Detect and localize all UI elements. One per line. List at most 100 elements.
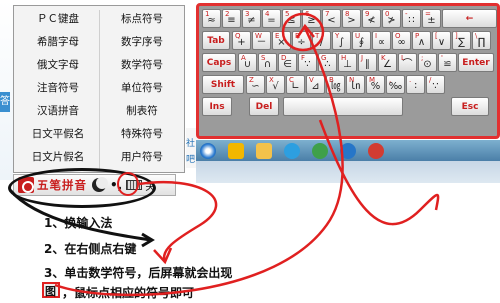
key-4[interactable]: 5 ≤ [282, 9, 301, 28]
background-page-strip [0, 0, 13, 180]
instruction-step-4: ，鼠标点相应的符号即可 [62, 286, 195, 300]
instruction-step-1: 1、换输入法 [44, 216, 113, 230]
menu-item-zhuyin[interactable]: 注音符号 [16, 78, 100, 98]
key-;[interactable]: ; ⊙ [418, 53, 437, 72]
key-2[interactable]: 3 ≠ [242, 9, 261, 28]
key-'[interactable]: ' ≌ [438, 53, 457, 72]
key-G[interactable]: G ∴ [318, 53, 337, 72]
key-symbol: ≥ [307, 15, 316, 26]
key-symbol: ㏒ [330, 81, 341, 92]
backspace-key[interactable]: ← [442, 9, 497, 28]
menu-item-unit-symbols[interactable]: 单位符号 [100, 78, 184, 98]
ie-icon[interactable] [228, 142, 244, 159]
app-icon[interactable] [368, 142, 384, 159]
key-1[interactable]: 2 ≡ [222, 9, 241, 28]
key-symbol: = [267, 15, 276, 26]
menu-item-special[interactable]: 特殊符号 [100, 124, 184, 144]
key-O[interactable]: O ∞ [392, 31, 411, 50]
key-X[interactable]: X √ [266, 75, 285, 94]
key-F[interactable]: F ∵ [298, 53, 317, 72]
key-B[interactable]: B ㏒ [326, 75, 345, 94]
key-A[interactable]: A ∪ [238, 53, 257, 72]
key-L[interactable]: L ⌒ [398, 53, 417, 72]
key-symbol: ∑ [458, 37, 465, 48]
key-M[interactable]: M% [366, 75, 385, 94]
key-symbol: % [370, 81, 381, 92]
delete-key[interactable]: Del [249, 97, 279, 116]
app-icon[interactable] [312, 142, 328, 159]
menu-item-table-chars[interactable]: 制表符 [100, 101, 184, 121]
key-8[interactable]: 9 ≮ [362, 9, 381, 28]
menu-item-greek[interactable]: 希腊字母 [16, 32, 100, 52]
key-symbol: ⊙ [423, 59, 432, 70]
key-/[interactable]: / ∵ [426, 75, 445, 94]
menu-item-punctuation[interactable]: 标点符号 [100, 9, 184, 29]
key-P[interactable]: P ∧ [412, 31, 431, 50]
key-Y[interactable]: Y ∫ [332, 31, 351, 50]
menu-item-math-symbols[interactable]: 数学符号 [100, 55, 184, 75]
key-10[interactable]: - ∷ [402, 9, 421, 28]
app-icon[interactable] [284, 142, 300, 159]
enter-key[interactable]: Enter [458, 53, 494, 72]
key-V[interactable]: V ⊿ [306, 75, 325, 94]
key-9[interactable]: 0 ≯ [382, 9, 401, 28]
caps-lock-key[interactable]: Caps [202, 53, 236, 72]
key-J[interactable]: J ∥ [358, 53, 377, 72]
key-symbol: ± [427, 15, 436, 26]
menu-item-numbering[interactable]: 数字序号 [100, 32, 184, 52]
escape-key[interactable]: Esc [451, 97, 489, 116]
key-S[interactable]: S ∩ [258, 53, 277, 72]
key-K[interactable]: K ∠ [378, 53, 397, 72]
key-3[interactable]: 4 = [262, 9, 281, 28]
key-symbol: ∏ [477, 37, 486, 48]
start-orb-icon[interactable] [200, 142, 216, 159]
key-symbol: ≡ [227, 15, 236, 26]
key-Z[interactable]: Z ∽ [246, 75, 265, 94]
key-symbol: ∵ [304, 59, 311, 70]
key-,[interactable]: , ‰ [386, 75, 405, 94]
menu-item-user-symbols[interactable]: 用户符号 [100, 147, 184, 167]
key-6[interactable]: 7 < [322, 9, 341, 28]
key-C[interactable]: C ∟ [286, 75, 305, 94]
key-symbol: ⌒ [402, 59, 413, 70]
menu-item-pinyin[interactable]: 汉语拼音 [16, 101, 100, 121]
key-symbol: / [319, 37, 324, 48]
menu-item-katakana[interactable]: 日文片假名 [16, 147, 100, 167]
insert-key[interactable]: Ins [202, 97, 232, 116]
shift-key[interactable]: Shift [202, 75, 244, 94]
menu-item-russian[interactable]: 俄文字母 [16, 55, 100, 75]
key-11[interactable]: = ± [422, 9, 441, 28]
menu-item-pc-keyboard[interactable]: ＰＣ键盘 [16, 9, 100, 29]
key-U[interactable]: U ∮ [352, 31, 371, 50]
key-N[interactable]: N ㏑ [346, 75, 365, 94]
key-I[interactable]: I ∝ [372, 31, 391, 50]
app-icon[interactable] [340, 142, 356, 159]
key-5[interactable]: 6 ≥ [302, 9, 321, 28]
key-symbol: + [237, 37, 246, 48]
key-.[interactable]: . ∶ [406, 75, 425, 94]
key-][interactable]: ] ∑ [452, 31, 471, 50]
menu-item-hiragana[interactable]: 日文平假名 [16, 124, 100, 144]
space-key[interactable] [283, 97, 403, 116]
key-T[interactable]: T / [312, 31, 331, 50]
annotation-icon-box: 图 [42, 282, 60, 298]
key-symbol: ≠ [247, 15, 256, 26]
key-7[interactable]: 8 > [342, 9, 361, 28]
key-\[interactable]: \ ∏ [472, 31, 491, 50]
key-0[interactable]: 1 ≈ [202, 9, 221, 28]
key-H[interactable]: H ⊥ [338, 53, 357, 72]
key-W[interactable]: W － [252, 31, 271, 50]
key-symbol: － [256, 37, 267, 48]
key-symbol: ∟ [291, 81, 300, 92]
key-E[interactable]: E × [272, 31, 291, 50]
key-D[interactable]: D ∈ [278, 53, 297, 72]
windows-taskbar [196, 140, 500, 161]
key-Q[interactable]: Q + [232, 31, 251, 50]
key-[[interactable]: [∨ [432, 31, 451, 50]
key-symbol: ⊥ [343, 59, 352, 70]
key-symbol: ∮ [358, 37, 365, 48]
instruction-step-2: 2、在右侧点右键 [44, 242, 137, 256]
folder-icon[interactable] [256, 142, 272, 159]
tab-key[interactable]: Tab [202, 31, 230, 50]
key-R[interactable]: R ÷ [292, 31, 311, 50]
